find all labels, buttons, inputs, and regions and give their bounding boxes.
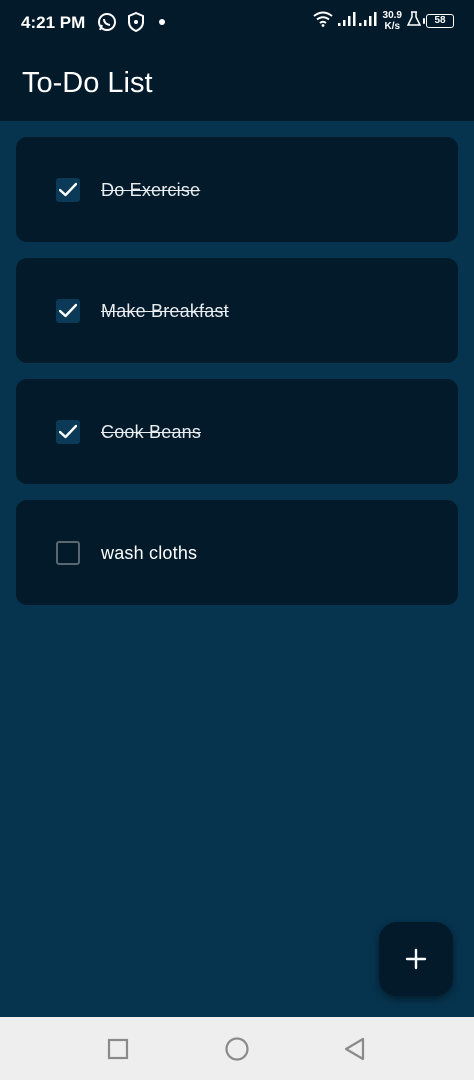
recents-square-icon — [107, 1038, 129, 1060]
network-speed-unit: K/s — [384, 21, 401, 32]
battery-icon: 58 — [423, 14, 454, 28]
task-checkbox-checked[interactable] — [56, 420, 80, 444]
back-triangle-icon — [344, 1037, 365, 1061]
shield-icon — [127, 11, 145, 37]
status-icons-left — [97, 11, 169, 37]
wifi-icon — [312, 11, 333, 32]
task-label: wash cloths — [101, 543, 198, 563]
network-speed-value: 30.9 — [382, 10, 402, 21]
task-label: Make Breakfast — [101, 301, 229, 321]
task-checkbox-unchecked[interactable] — [56, 541, 80, 565]
task-list: Do Exercise Make Breakfast Cook Beans wa… — [16, 137, 458, 621]
top-region: 4:21 PM 30.9 K/s 58 To-Do List — [0, 0, 474, 121]
task-card[interactable]: wash cloths — [16, 500, 458, 605]
task-card[interactable]: Do Exercise — [16, 137, 458, 242]
task-label: Cook Beans — [101, 422, 202, 442]
screen: 4:21 PM 30.9 K/s 58 To-Do List Do Exerci… — [0, 0, 474, 1080]
add-task-button[interactable] — [379, 922, 453, 996]
flask-icon — [406, 10, 422, 32]
task-card[interactable]: Cook Beans — [16, 379, 458, 484]
task-card[interactable]: Make Breakfast — [16, 258, 458, 363]
checkmark-icon — [59, 424, 77, 439]
task-checkbox-checked[interactable] — [56, 299, 80, 323]
recents-button[interactable] — [105, 1036, 131, 1062]
dot-icon — [155, 15, 169, 34]
checkmark-icon — [59, 303, 77, 318]
home-circle-icon — [225, 1037, 249, 1061]
status-time: 4:21 PM — [21, 13, 86, 32]
app-bar: To-Do List — [0, 48, 474, 121]
plus-icon — [405, 948, 427, 970]
home-button[interactable] — [224, 1036, 250, 1062]
status-icons-right: 30.9 K/s 58 — [312, 10, 454, 32]
checkmark-icon — [59, 182, 77, 197]
whatsapp-icon — [97, 12, 117, 37]
network-speed: 30.9 K/s — [383, 10, 402, 32]
signal-icon — [337, 11, 378, 32]
status-bar: 4:21 PM 30.9 K/s 58 — [0, 0, 474, 48]
task-label: Do Exercise — [101, 180, 201, 200]
task-checkbox-checked[interactable] — [56, 178, 80, 202]
page-title: To-Do List — [22, 67, 153, 99]
back-button[interactable] — [342, 1036, 368, 1062]
navigation-bar — [0, 1017, 474, 1080]
